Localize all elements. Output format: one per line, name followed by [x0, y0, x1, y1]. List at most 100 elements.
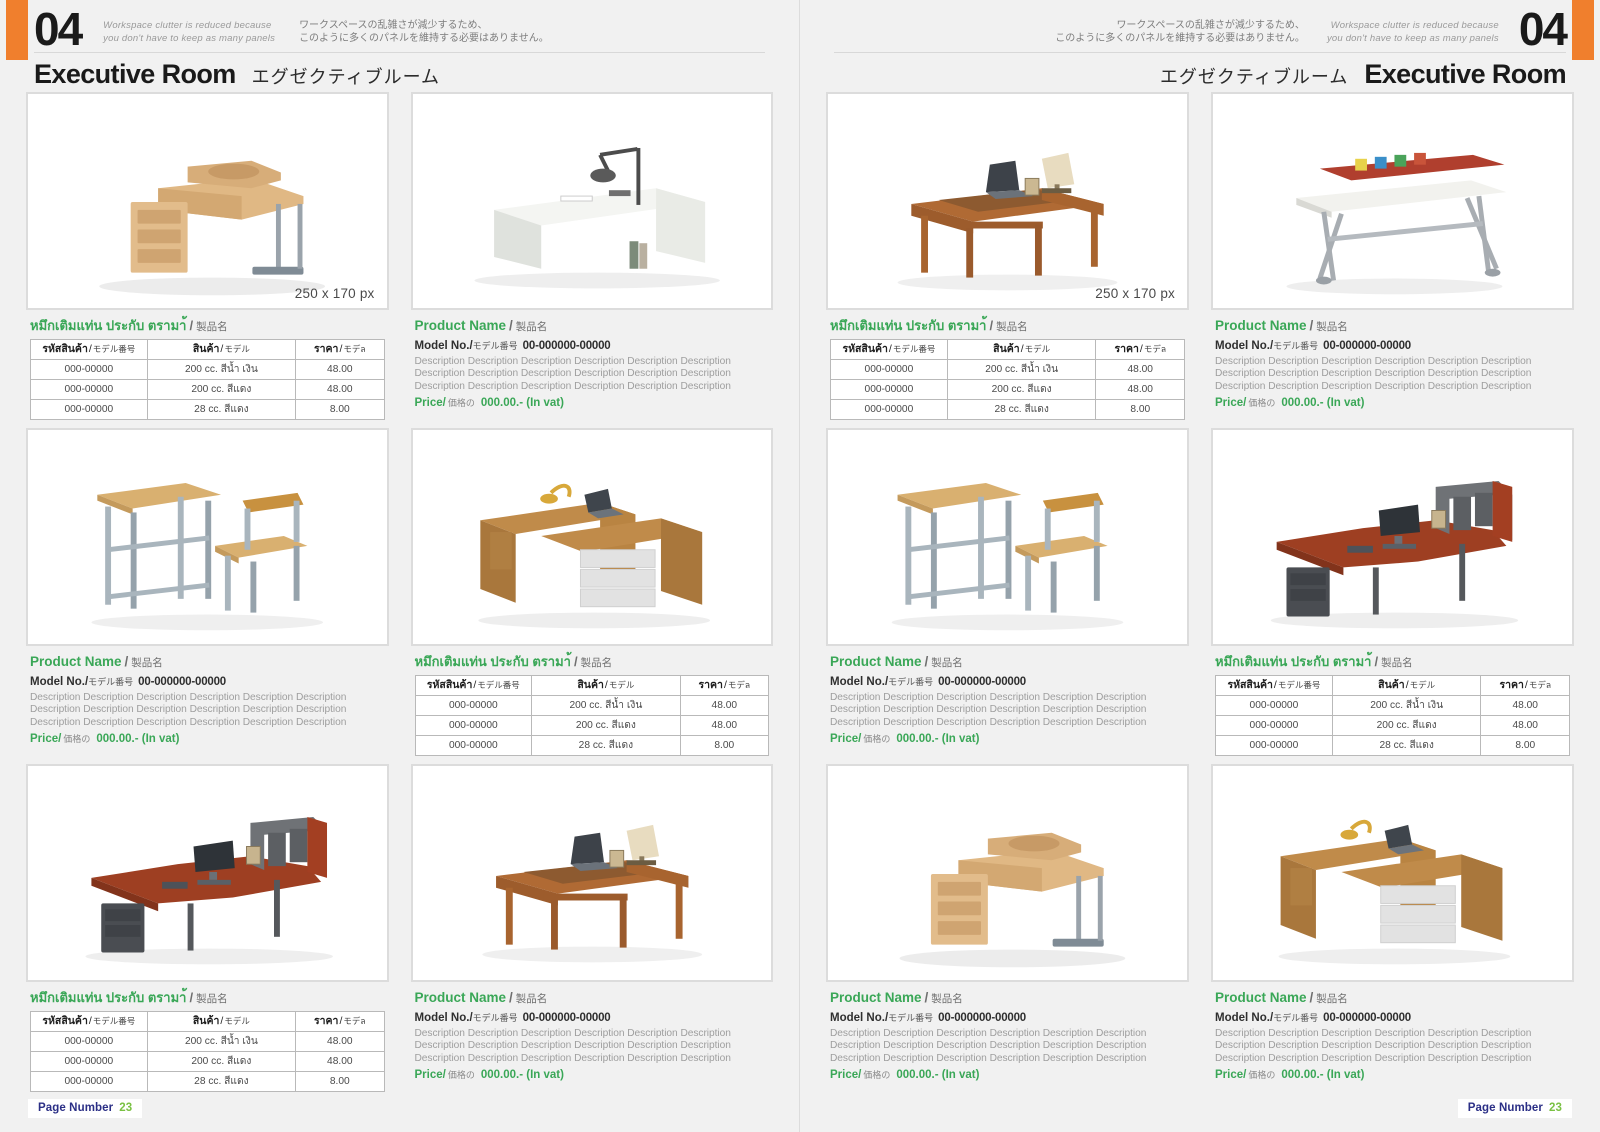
product-photo-frame[interactable]	[826, 428, 1189, 646]
cell-code: 000-00000	[1215, 735, 1333, 756]
table-header-jp-2: モデล	[1143, 344, 1167, 354]
cell-item: 200 cc. สีน้ำ เงิน	[146, 1031, 297, 1052]
cell-price: 48.00	[1480, 695, 1570, 716]
right-page-header: ワークスペースの乱雑さが減少するため、 このように多くのパネルを維持する必要はあ…	[800, 0, 1600, 92]
product-photo-frame[interactable]	[26, 764, 389, 982]
model-number: 00-000000-00000	[1323, 1012, 1411, 1024]
page-number-badge: Page Number 23	[28, 1099, 143, 1118]
product-name-en: Product Name	[1215, 318, 1307, 333]
product-photo-frame[interactable]	[26, 428, 389, 646]
table-row: 000-00000 28 cc. สีแดง 8.00	[830, 399, 1185, 420]
name-separator: /	[509, 990, 513, 1005]
table-header-jp-0: モデル番号	[92, 1016, 136, 1026]
page-number-badge: Page Number 23	[1457, 1099, 1572, 1118]
product-name-en: Product Name	[414, 318, 507, 333]
table-header-jp-2: モデล	[727, 680, 751, 690]
table-header-row: รหัสสินค้า/モデル番号 สินค้า/モデル ราคา/モデล	[414, 675, 770, 696]
model-line: Model No./モデル番号 00-000000-00000	[1215, 1011, 1570, 1026]
room-title-english: Executive Room	[34, 59, 236, 89]
price-label-en: Price	[30, 733, 59, 746]
catalog-spread: 04 Workspace clutter is reduced because …	[0, 0, 1600, 1132]
cell-item: 200 cc. สีแดง	[146, 379, 297, 400]
product-info: Product Name / 製品名 Model No. / モデル番号 00-00000…	[1211, 310, 1574, 411]
table-row: 000-00000 200 cc. สีแดง 48.00	[414, 715, 770, 736]
price-label-en: Price	[830, 733, 859, 746]
product-photo-frame[interactable]	[410, 764, 773, 982]
table-header-1: สินค้า/モデル	[1331, 675, 1482, 696]
table-header-th-0: รหัสสินค้า	[1227, 679, 1273, 691]
price-line: Price/価格の 000.00.- (In vat)	[830, 1065, 1185, 1083]
price-line: Price/価格の 000.00.- (In vat)	[1215, 1065, 1570, 1083]
left-page-footer: Page Number 23	[0, 1099, 799, 1118]
product-photo-frame[interactable]	[410, 92, 773, 310]
page-number-value: 23	[1549, 1102, 1562, 1114]
product-photo-frame[interactable]	[410, 428, 773, 646]
price-label-jp: 価格の	[863, 734, 891, 745]
cell-code: 000-00000	[414, 735, 533, 756]
model-line: Model No./モデル番号 00-000000-00000	[830, 1011, 1185, 1026]
table-header-th-2: ราคา	[314, 343, 339, 355]
table-header-2: ราคา/モデล	[295, 339, 385, 360]
table-header-jp-1: モデル	[224, 344, 250, 354]
cell-price: 48.00	[295, 379, 385, 400]
name-separator: /	[989, 318, 994, 333]
table-row: 000-00000 28 cc. สีแดง 8.00	[414, 735, 770, 756]
product-photo-frame[interactable]: 250 x 170 px	[826, 92, 1189, 310]
cell-price: 48.00	[679, 715, 770, 736]
model-label-jp: モデル番号	[888, 1013, 934, 1023]
table-header-jp-1: モデル	[224, 1016, 250, 1026]
table-header-0: รหัสสินค้า/モデル番号	[830, 339, 948, 360]
product-name-en: Product Name	[30, 654, 122, 669]
product-info: Product Name / 製品名 Model No. / モデル番号 00-00000…	[826, 646, 1189, 747]
corner-desk-beech-illustration	[828, 766, 1187, 980]
table-header-jp-0: モデル番号	[477, 680, 520, 690]
product-photo-frame[interactable]	[826, 764, 1189, 982]
product-name-th: หมึกเติมแท่น ประกับ ตรามา้	[414, 654, 571, 669]
product-info: Product Name / 製品名 Model No. / モデル番号 00-00000…	[1211, 982, 1574, 1083]
spec-table: รหัสสินค้า/モデル番号 สินค้า/モデル ราคา/モデล 000…	[1215, 675, 1570, 756]
product-name-en: Product Name	[830, 990, 922, 1005]
model-label-jp: モデル番号	[88, 677, 134, 687]
table-header-1: สินค้า/モデル	[946, 339, 1097, 360]
table-row: 000-00000 200 cc. สีแดง 48.00	[30, 1051, 385, 1072]
product-photo-frame[interactable]	[1211, 92, 1574, 310]
spec-table: รหัสสินค้า/モデル番号 สินค้า/モデル ราคา/モデล 000…	[414, 675, 770, 756]
table-header-th-0: รหัสสินค้า	[842, 343, 888, 355]
table-header-0: รหัสสินค้า/モデル番号	[414, 675, 533, 696]
model-number: 00-000000-00000	[1323, 340, 1411, 352]
table-row: 000-00000 28 cc. สีแดง 8.00	[30, 399, 385, 420]
product-photo-frame[interactable]: 250 x 170 px	[26, 92, 389, 310]
table-header-th-1: สินค้า	[1378, 679, 1405, 691]
table-header-th-2: ราคา	[314, 1015, 339, 1027]
cell-code: 000-00000	[414, 695, 533, 716]
table-header-th-1: สินค้า	[192, 1015, 220, 1027]
cell-code: 000-00000	[414, 715, 533, 736]
wood-desk-drawers-illustration	[413, 430, 772, 644]
corner-desk-beech-illustration	[28, 94, 387, 308]
cell-item: 28 cc. สีแดง	[146, 399, 297, 420]
product-name-en: Product Name	[414, 990, 507, 1005]
cell-item: 200 cc. สีแดง	[531, 715, 681, 736]
product-photo-frame[interactable]	[1211, 764, 1574, 982]
product-name-jp: 製品名	[1316, 993, 1348, 1005]
spec-table: รหัสสินค้า/モデル番号 สินค้า/モデル ราคา/モデล 000…	[30, 1011, 385, 1092]
classic-wood-desk-illustration	[413, 766, 772, 980]
product-cell: Product Name / 製品名 Model No. / モデル番号 00-00000…	[26, 428, 389, 756]
cell-price: 8.00	[295, 399, 385, 420]
cell-item: 28 cc. สีแดง	[531, 735, 681, 756]
product-name-jp: 製品名	[931, 657, 963, 669]
cell-price: 48.00	[1095, 359, 1185, 380]
product-photo-frame[interactable]	[1211, 428, 1574, 646]
cell-code: 000-00000	[30, 1071, 148, 1092]
product-info: หมึกเติมแท่น ประกับ ตรามา้ / 製品名 รหัสสินค้…	[26, 982, 389, 1092]
drafting-table-illustration	[1213, 94, 1572, 308]
right-page-footer: Page Number 23	[800, 1099, 1600, 1118]
cell-code: 000-00000	[30, 1031, 148, 1052]
classic-wood-desk-illustration	[828, 94, 1187, 308]
table-header-row: รหัสสินค้า/モデル番号 สินค้า/モデル ราคา/モデล	[30, 1011, 385, 1032]
product-description: Description Description Description Desc…	[830, 692, 1147, 728]
model-number: 00-000000-00000	[938, 1012, 1026, 1024]
table-row: 000-00000 28 cc. สีแดง 8.00	[1215, 735, 1570, 756]
table-row: 000-00000 200 cc. สีน้ำ เงิน 48.00	[830, 359, 1185, 380]
price-label-jp: 価格の	[447, 1070, 475, 1081]
